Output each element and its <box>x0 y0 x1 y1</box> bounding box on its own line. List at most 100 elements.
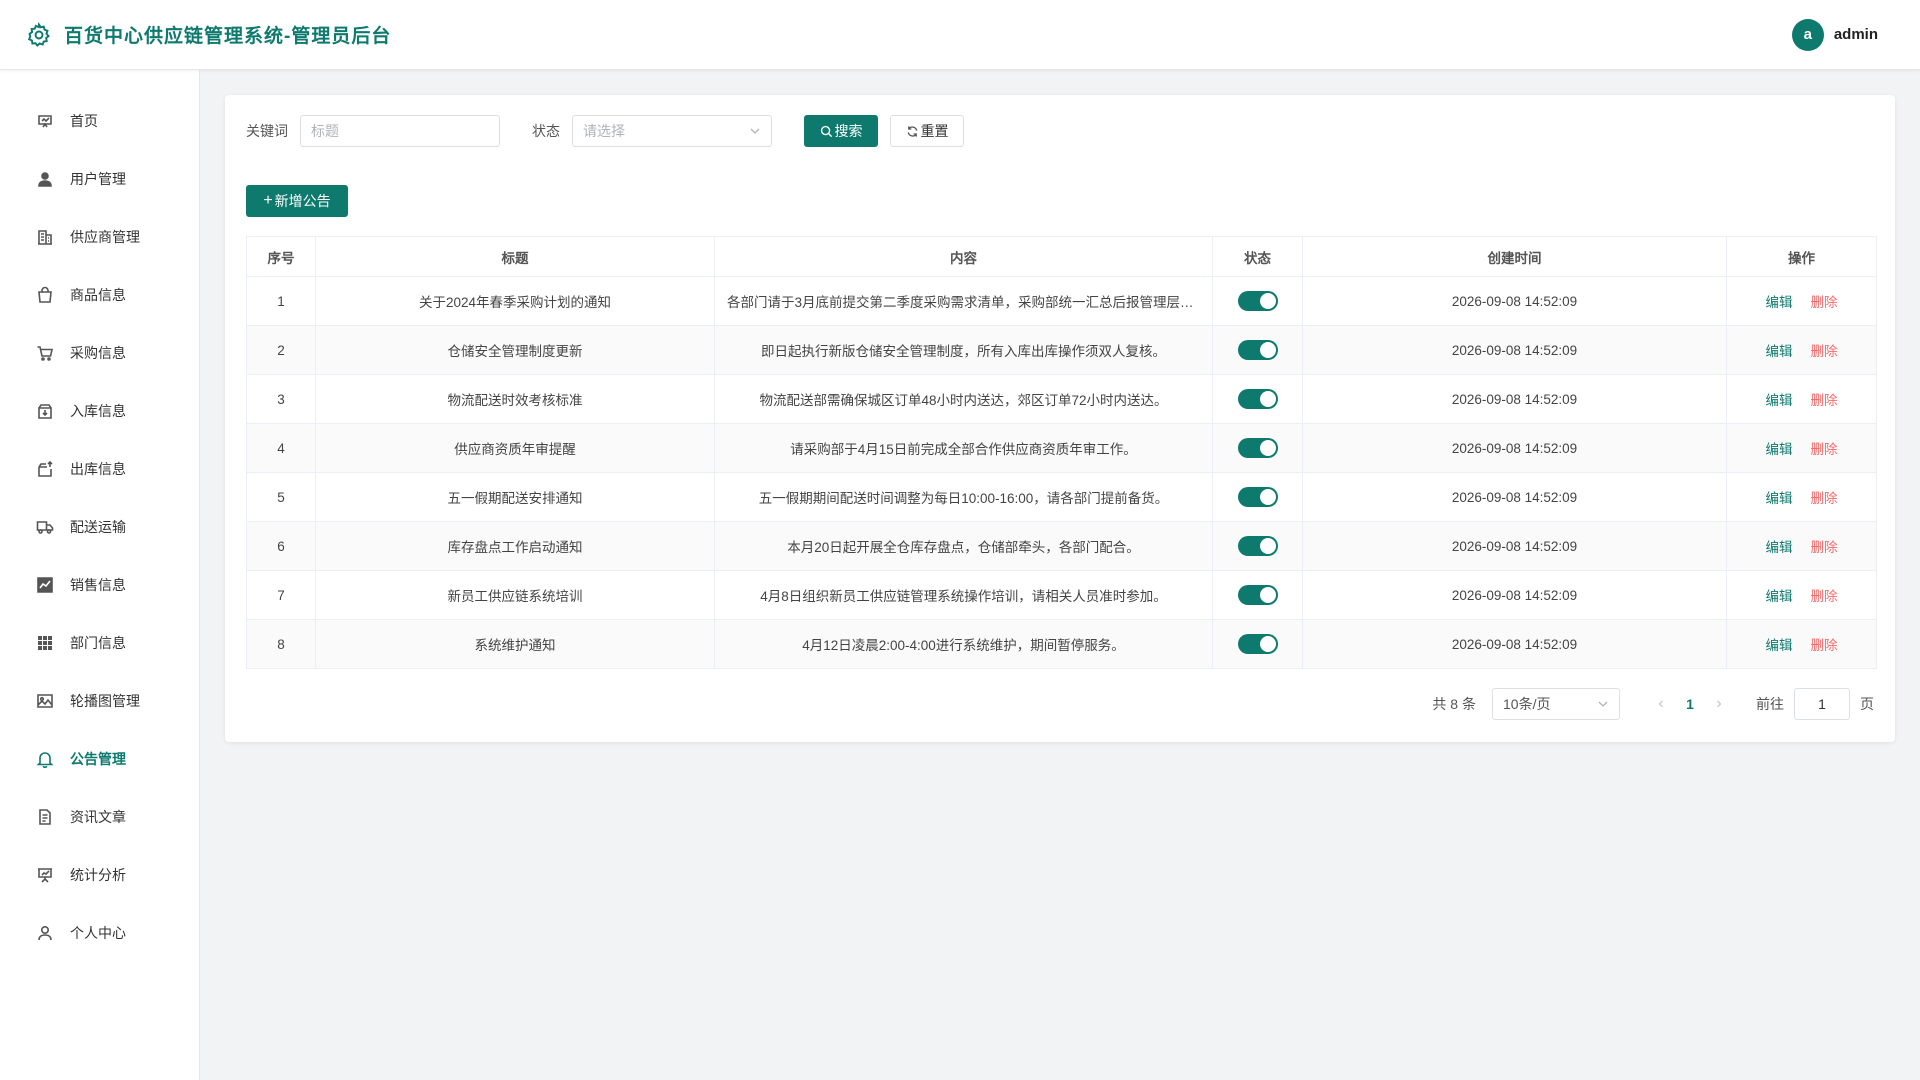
cell-content: 各部门请于3月底前提交第二季度采购需求清单，采购部统一汇总后报管理层审批。 <box>714 276 1213 326</box>
sidebar-item-dashboard[interactable]: 首页 <box>0 92 199 150</box>
delete-link[interactable]: 删除 <box>1811 491 1838 506</box>
sidebar-item-grid[interactable]: 部门信息 <box>0 614 199 672</box>
cell-content: 4月8日组织新员工供应链管理系统操作培训，请相关人员准时参加。 <box>714 570 1213 620</box>
sidebar-item-shopping-bag[interactable]: 商品信息 <box>0 266 199 324</box>
username[interactable]: admin <box>1834 26 1878 43</box>
sidebar-item-cart[interactable]: 采购信息 <box>0 324 199 382</box>
delete-link[interactable]: 删除 <box>1811 589 1838 604</box>
cell-title: 五一假期配送安排通知 <box>315 472 715 522</box>
page-size-select[interactable]: 10条/页 <box>1492 688 1620 720</box>
status-toggle[interactable] <box>1237 438 1278 458</box>
sidebar-item-label: 入库信息 <box>70 403 126 419</box>
keyword-label: 关键词 <box>246 123 288 139</box>
sidebar-item-trend-chart[interactable]: 销售信息 <box>0 556 199 614</box>
sidebar-item-label: 出库信息 <box>70 461 126 477</box>
cell-title: 关于2024年春季采购计划的通知 <box>315 276 715 326</box>
add-announcement-button[interactable]: + 新增公告 <box>246 185 348 217</box>
top-header: 百货中心供应链管理系统-管理员后台 a admin <box>0 0 1920 70</box>
prev-page-icon[interactable]: ‹ <box>1646 695 1676 713</box>
status-toggle[interactable] <box>1237 487 1278 507</box>
edit-link[interactable]: 编辑 <box>1766 442 1793 457</box>
next-page-icon[interactable]: › <box>1704 695 1734 713</box>
status-toggle[interactable] <box>1237 634 1278 654</box>
edit-link[interactable]: 编辑 <box>1766 540 1793 555</box>
delete-link[interactable]: 删除 <box>1811 540 1838 555</box>
cell-status <box>1212 374 1303 424</box>
status-toggle[interactable] <box>1237 389 1278 409</box>
table-row: 4 供应商资质年审提醒 请采购部于4月15日前完成全部合作供应商资质年审工作。 202… <box>246 423 1877 473</box>
sidebar-item-building[interactable]: 供应商管理 <box>0 208 199 266</box>
edit-link[interactable]: 编辑 <box>1766 638 1793 653</box>
chevron-down-icon <box>1598 701 1608 707</box>
edit-link[interactable]: 编辑 <box>1766 589 1793 604</box>
cell-title: 库存盘点工作启动通知 <box>315 521 715 571</box>
sidebar: 首页用户管理供应商管理 商品信息 采购信息入库信息出库信息配送运输销售信息 部门信息轮… <box>0 70 200 1080</box>
page-number-current[interactable]: 1 <box>1676 696 1704 712</box>
cell-content: 请采购部于4月15日前完成全部合作供应商资质年审工作。 <box>714 423 1213 473</box>
cell-actions: 编辑 删除 <box>1726 325 1877 375</box>
edit-link[interactable]: 编辑 <box>1766 393 1793 408</box>
status-toggle[interactable] <box>1237 291 1278 311</box>
sidebar-item-label: 统计分析 <box>70 867 126 883</box>
keyword-input[interactable]: 标题 <box>300 115 500 147</box>
avatar[interactable]: a <box>1791 18 1824 51</box>
col-header-no: 序号 <box>246 236 316 277</box>
cell-no: 7 <box>246 570 316 620</box>
status-select[interactable]: 请选择 <box>572 115 772 147</box>
cell-no: 2 <box>246 325 316 375</box>
picture-icon <box>36 692 54 710</box>
table-row: 1 关于2024年春季采购计划的通知 各部门请于3月底前提交第二季度采购需求清单，采… <box>246 276 1877 326</box>
sidebar-item-user[interactable]: 用户管理 <box>0 150 199 208</box>
cell-created: 2026-09-08 14:52:09 <box>1302 374 1727 424</box>
sidebar-item-label: 用户管理 <box>70 171 126 187</box>
col-header-title: 标题 <box>315 236 715 277</box>
sidebar-item-label: 配送运输 <box>70 519 126 535</box>
cell-no: 6 <box>246 521 316 571</box>
person-icon <box>36 924 54 942</box>
cell-status <box>1212 472 1303 522</box>
cell-content: 物流配送部需确保城区订单48小时内送达，郊区订单72小时内送达。 <box>714 374 1213 424</box>
col-header-content: 内容 <box>714 236 1213 277</box>
edit-link[interactable]: 编辑 <box>1766 344 1793 359</box>
cart-icon <box>36 344 54 362</box>
trend-chart-icon <box>36 576 54 594</box>
delete-link[interactable]: 删除 <box>1811 393 1838 408</box>
sidebar-item-box-in[interactable]: 入库信息 <box>0 382 199 440</box>
status-toggle[interactable] <box>1237 585 1278 605</box>
delete-link[interactable]: 删除 <box>1811 638 1838 653</box>
cell-no: 3 <box>246 374 316 424</box>
status-label: 状态 <box>532 123 560 139</box>
sidebar-item-truck[interactable]: 配送运输 <box>0 498 199 556</box>
goto-page-input[interactable]: 1 <box>1794 688 1850 720</box>
sidebar-item-presentation[interactable]: 统计分析 <box>0 846 199 904</box>
edit-link[interactable]: 编辑 <box>1766 491 1793 506</box>
delete-link[interactable]: 删除 <box>1811 344 1838 359</box>
delete-link[interactable]: 删除 <box>1811 442 1838 457</box>
sidebar-item-picture[interactable]: 轮播图管理 <box>0 672 199 730</box>
cell-content: 即日起执行新版仓储安全管理制度，所有入库出库操作须双人复核。 <box>714 325 1213 375</box>
cell-created: 2026-09-08 14:52:09 <box>1302 521 1727 571</box>
sidebar-item-document[interactable]: 资讯文章 <box>0 788 199 846</box>
building-icon <box>36 228 54 246</box>
sidebar-item-person[interactable]: 个人中心 <box>0 904 199 962</box>
gear-icon <box>27 21 50 47</box>
cell-created: 2026-09-08 14:52:09 <box>1302 423 1727 473</box>
cell-title: 新员工供应链系统培训 <box>315 570 715 620</box>
sidebar-item-box-out[interactable]: 出库信息 <box>0 440 199 498</box>
search-button[interactable]: 搜索 <box>804 115 878 147</box>
sidebar-item-label: 个人中心 <box>70 925 126 941</box>
chevron-down-icon <box>750 128 760 134</box>
edit-link[interactable]: 编辑 <box>1766 295 1793 310</box>
col-header-status: 状态 <box>1212 236 1303 277</box>
delete-link[interactable]: 删除 <box>1811 295 1838 310</box>
cell-status <box>1212 276 1303 326</box>
cell-created: 2026-09-08 14:52:09 <box>1302 276 1727 326</box>
sidebar-item-bell[interactable]: 公告管理 <box>0 730 199 788</box>
table-row: 7 新员工供应链系统培训 4月8日组织新员工供应链管理系统操作培训，请相关人员准时参… <box>246 570 1877 620</box>
main-card: 关键词 标题 状态 请选择 搜索 重置 + 新增公告 序号 标题 内容 状态 创… <box>225 95 1895 742</box>
user-menu[interactable]: a admin <box>1791 18 1894 51</box>
reset-button[interactable]: 重置 <box>890 115 964 147</box>
truck-icon <box>36 518 54 536</box>
status-toggle[interactable] <box>1237 536 1278 556</box>
status-toggle[interactable] <box>1237 340 1278 360</box>
